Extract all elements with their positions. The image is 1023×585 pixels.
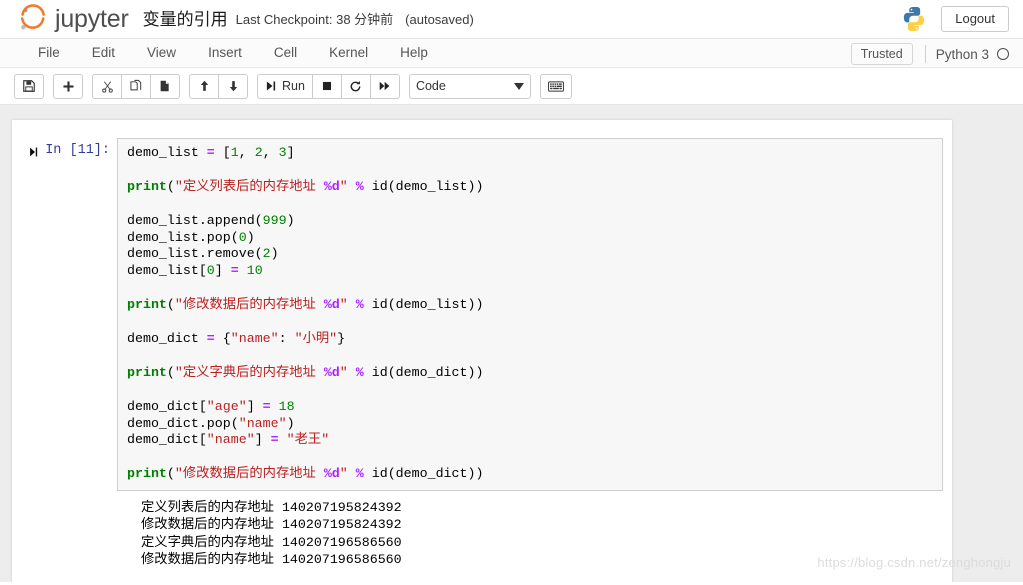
move-cell-down-button[interactable] — [218, 73, 248, 99]
toolbar-group-insert — [53, 73, 83, 99]
notebook-paper: In [11]: demo_list = [1, 2, 3] print("定义… — [12, 120, 952, 582]
brand-name[interactable]: jupyter — [55, 6, 129, 32]
arrow-up-icon — [200, 80, 208, 91]
output-line: 修改数据后的内存地址 140207195824392 — [141, 517, 402, 533]
app-header: jupyter 变量的引用 Last Checkpoint: 38 分钟前 (a… — [0, 0, 1023, 38]
cell-type-select[interactable]: Code — [408, 73, 531, 99]
copy-cell-button[interactable] — [121, 73, 151, 99]
cut-cell-button[interactable] — [92, 73, 122, 99]
menu-item-file[interactable]: File — [22, 38, 76, 68]
code-line: print("定义列表后的内存地址 %d" % id(demo_list)) — [127, 178, 484, 194]
code-line: print("修改数据后的内存地址 %d" % id(demo_dict)) — [127, 466, 484, 482]
code-line: demo_list.pop(0) — [127, 229, 255, 245]
run-button-label: Run — [282, 78, 305, 93]
menu-bar: File Edit View Insert Cell Kernel Help T… — [0, 38, 1023, 68]
plus-icon — [62, 80, 74, 92]
chevron-down-icon — [513, 82, 524, 90]
cell-prompt: In [11]: — [12, 138, 117, 163]
toolbar-group-move — [189, 73, 248, 99]
menu-item-edit[interactable]: Edit — [76, 38, 131, 68]
code-line: print("修改数据后的内存地址 %d" % id(demo_list)) — [127, 297, 484, 313]
output-line: 定义字典后的内存地址 140207196586560 — [141, 534, 402, 550]
menubar-right-group: Trusted Python 3 — [850, 39, 1013, 69]
save-button[interactable] — [14, 73, 44, 99]
logout-button[interactable]: Logout — [941, 5, 1009, 33]
autosaved-label: (autosaved) — [405, 11, 474, 27]
keyboard-icon — [548, 80, 564, 92]
code-editor[interactable]: demo_list = [1, 2, 3] print("定义列表后的内存地址 … — [117, 138, 943, 492]
play-step-icon — [266, 81, 276, 91]
restart-kernel-button[interactable] — [340, 73, 371, 99]
code-line: demo_dict["name"] = "老王" — [127, 432, 330, 448]
code-cell[interactable]: In [11]: demo_list = [1, 2, 3] print("定义… — [12, 138, 952, 492]
kernel-name-label[interactable]: Python 3 — [936, 47, 989, 62]
divider — [924, 45, 926, 63]
notebook-toolbar: Run Code — [0, 68, 1023, 105]
run-cell-button[interactable]: Run — [257, 73, 313, 99]
header-right-group: Logout — [901, 0, 1009, 38]
notebook-title[interactable]: 变量的引用 — [143, 11, 228, 28]
fast-forward-icon — [380, 81, 390, 91]
notebook-body: In [11]: demo_list = [1, 2, 3] print("定义… — [0, 105, 1023, 582]
last-checkpoint-label: Last Checkpoint: 38 分钟前 — [235, 11, 394, 27]
toolbar-group-clipboard — [92, 73, 180, 99]
menu-item-cell[interactable]: Cell — [258, 38, 313, 68]
python-logo-icon — [904, 6, 925, 32]
move-cell-up-button[interactable] — [189, 73, 219, 99]
code-line: print("定义字典后的内存地址 %d" % id(demo_dict)) — [127, 364, 484, 380]
trusted-badge[interactable]: Trusted — [850, 43, 913, 65]
scissors-icon — [101, 80, 113, 93]
interrupt-kernel-button[interactable] — [311, 73, 342, 99]
floppy-disk-icon — [23, 80, 35, 92]
paste-icon — [160, 80, 169, 92]
code-line: demo_dict = {"name": "小明"} — [127, 330, 346, 346]
copy-icon — [130, 79, 142, 91]
restart-icon — [351, 80, 361, 91]
code-line: demo_list.remove(2) — [127, 246, 279, 262]
cell-output: 定义列表后的内存地址 140207195824392 修改数据后的内存地址 140… — [12, 497, 952, 578]
jupyter-logo-icon[interactable] — [18, 4, 48, 34]
code-line: demo_dict.pop("name") — [127, 415, 295, 431]
restart-run-all-button[interactable] — [369, 73, 400, 99]
output-line: 定义列表后的内存地址 140207195824392 — [141, 500, 402, 516]
watermark: https://blog.csdn.net/zenghongju — [817, 555, 1011, 570]
toolbar-group-palette — [539, 73, 572, 99]
menu-item-insert[interactable]: Insert — [192, 38, 258, 68]
code-line: demo_list[0] = 10 — [127, 263, 263, 279]
stop-square-icon — [322, 81, 331, 91]
kernel-idle-circle-icon — [997, 48, 1009, 60]
menu-item-help[interactable]: Help — [384, 38, 444, 68]
toolbar-group-run: Run — [257, 73, 400, 99]
insert-cell-button[interactable] — [53, 73, 83, 99]
menu-item-view[interactable]: View — [131, 38, 192, 68]
paste-cell-button[interactable] — [150, 73, 180, 99]
code-line: demo_list = [1, 2, 3] — [127, 145, 295, 160]
toolbar-group-save — [14, 73, 44, 99]
code-line: demo_dict["age"] = 18 — [127, 398, 295, 414]
open-command-palette-button[interactable] — [539, 73, 572, 99]
play-step-icon — [28, 145, 39, 163]
menu-item-kernel[interactable]: Kernel — [313, 38, 384, 68]
code-line: demo_list.append(999) — [127, 212, 295, 228]
cell-type-value: Code — [415, 79, 446, 93]
arrow-down-icon — [229, 81, 237, 92]
cell-prompt-label: In [11]: — [45, 143, 110, 158]
